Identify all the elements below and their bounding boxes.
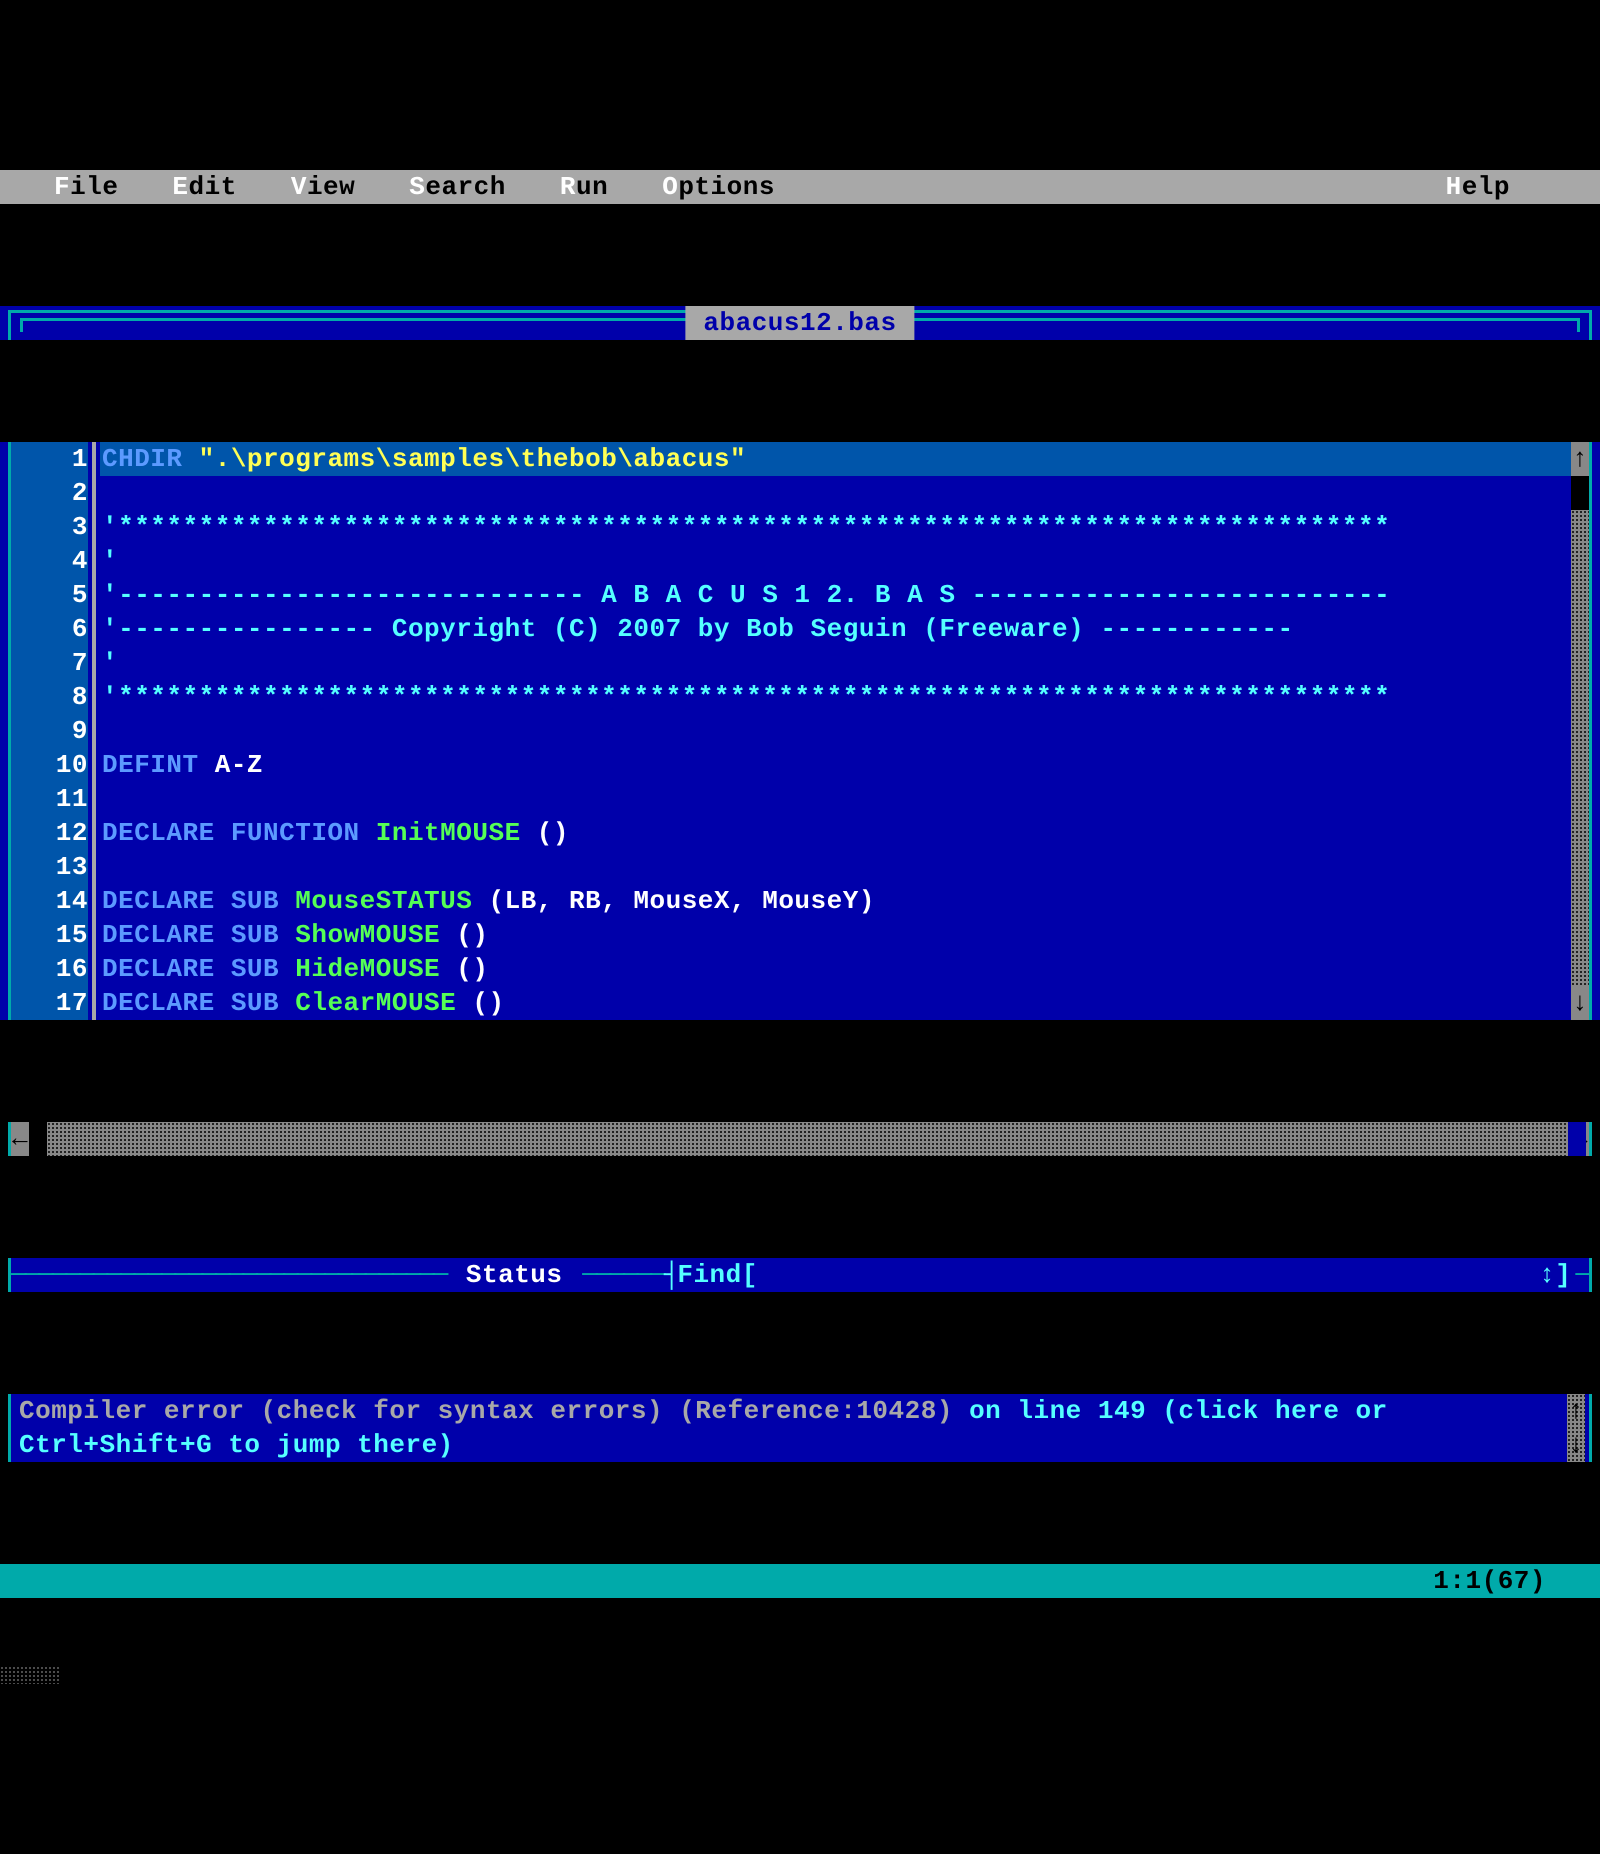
- menu-edit[interactable]: Edit: [172, 170, 236, 204]
- status-panel: Compiler error (check for syntax errors)…: [8, 1394, 1592, 1462]
- line-number: 3: [11, 510, 88, 544]
- code-line[interactable]: DEFINT A-Z: [100, 748, 1571, 782]
- line-number: 17: [11, 986, 88, 1020]
- code-editor[interactable]: 1234567891011121314151617 CHDIR ".\progr…: [0, 442, 1600, 1020]
- line-number: 14: [11, 884, 88, 918]
- menu-options[interactable]: Options: [662, 170, 775, 204]
- hscroll-thumb[interactable]: [29, 1122, 47, 1156]
- status-divider: ──────────────────────────────── Status …: [8, 1258, 1592, 1292]
- code-line[interactable]: DECLARE FUNCTION InitMOUSE (): [100, 816, 1571, 850]
- menu-search[interactable]: Search: [409, 170, 506, 204]
- compiler-error-message: Compiler error (check for syntax errors)…: [19, 1394, 1563, 1462]
- status-label: Status: [460, 1258, 569, 1292]
- line-number: 1: [11, 442, 88, 476]
- scroll-left-icon[interactable]: ←: [11, 1122, 29, 1156]
- scroll-down-icon[interactable]: ↓: [1571, 986, 1589, 1020]
- status-scroll-up-icon[interactable]: ↑: [1568, 1394, 1584, 1428]
- line-number: 16: [11, 952, 88, 986]
- line-number: 4: [11, 544, 88, 578]
- code-line[interactable]: '***************************************…: [100, 680, 1571, 714]
- menu-view[interactable]: View: [291, 170, 355, 204]
- line-number: 10: [11, 748, 88, 782]
- line-number: 12: [11, 816, 88, 850]
- line-number: 15: [11, 918, 88, 952]
- find-input[interactable]: Find[: [677, 1258, 758, 1292]
- line-number: 8: [11, 680, 88, 714]
- menu-run[interactable]: Run: [560, 170, 608, 204]
- line-number: 11: [11, 782, 88, 816]
- code-line[interactable]: '***************************************…: [100, 510, 1571, 544]
- gutter-separator: [92, 442, 96, 1020]
- scroll-thumb[interactable]: [1571, 476, 1589, 510]
- line-number: 5: [11, 578, 88, 612]
- status-bar: 1:1(67): [0, 1564, 1600, 1598]
- cursor-position: 1:1(67): [1433, 1564, 1546, 1598]
- line-number: 7: [11, 646, 88, 680]
- code-line[interactable]: DECLARE SUB ShowMOUSE (): [100, 918, 1571, 952]
- code-line[interactable]: DECLARE SUB HideMOUSE (): [100, 952, 1571, 986]
- scroll-right-icon[interactable]: →: [1571, 1122, 1589, 1156]
- scroll-up-icon[interactable]: ↑: [1571, 442, 1589, 476]
- window-frame-top: abacus12.bas: [0, 306, 1600, 340]
- status-vertical-scrollbar[interactable]: ↑ ↓: [1567, 1394, 1585, 1462]
- vertical-scrollbar[interactable]: ↑ ↓: [1571, 442, 1589, 1020]
- line-number: 2: [11, 476, 88, 510]
- code-line[interactable]: [100, 476, 1571, 510]
- code-line[interactable]: [100, 782, 1571, 816]
- line-number: 6: [11, 612, 88, 646]
- code-line[interactable]: '---------------- Copyright (C) 2007 by …: [100, 612, 1571, 646]
- window-bottom-strip: [0, 1666, 1600, 1684]
- code-line[interactable]: [100, 714, 1571, 748]
- line-number: 13: [11, 850, 88, 884]
- menu-bar: File Edit View Search Run Options Help: [0, 170, 1600, 204]
- line-number: 9: [11, 714, 88, 748]
- code-line[interactable]: CHDIR ".\programs\samples\thebob\abacus": [100, 442, 1571, 476]
- code-line[interactable]: ': [100, 544, 1571, 578]
- code-area[interactable]: CHDIR ".\programs\samples\thebob\abacus"…: [100, 442, 1571, 1020]
- code-line[interactable]: DECLARE SUB MouseSTATUS (LB, RB, MouseX,…: [100, 884, 1571, 918]
- code-line[interactable]: ': [100, 646, 1571, 680]
- file-title-tab: abacus12.bas: [685, 306, 914, 340]
- code-line[interactable]: '----------------------------- A B A C U…: [100, 578, 1571, 612]
- line-number-gutter: 1234567891011121314151617: [11, 442, 92, 1020]
- code-line[interactable]: DECLARE SUB ClearMOUSE (): [100, 986, 1571, 1020]
- menu-file[interactable]: File: [54, 170, 118, 204]
- code-line[interactable]: [100, 850, 1571, 884]
- resize-icon[interactable]: ↕]: [1539, 1258, 1575, 1292]
- status-scroll-down-icon[interactable]: ↓: [1568, 1428, 1584, 1462]
- menu-help[interactable]: Help: [1446, 170, 1510, 204]
- horizontal-scrollbar[interactable]: ← →: [8, 1122, 1592, 1156]
